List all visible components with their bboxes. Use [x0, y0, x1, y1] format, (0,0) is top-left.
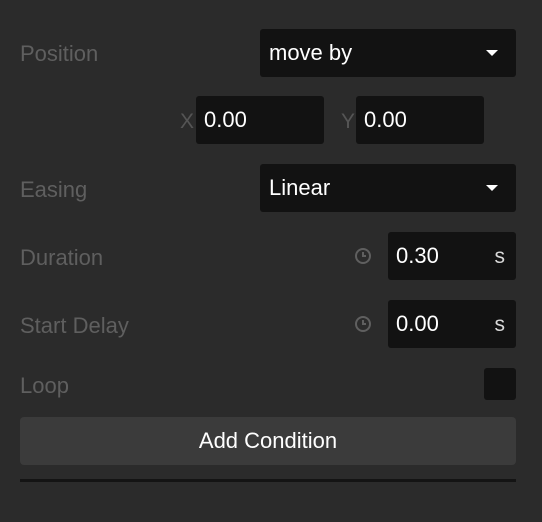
transition-properties-panel: Position move by X 0.00 Y 0.00 Easing Li…: [0, 0, 542, 522]
position-label: Position: [20, 41, 99, 66]
clock-icon: [355, 248, 371, 264]
position-y-value: 0.00: [364, 107, 407, 132]
duration-unit: s: [494, 245, 506, 268]
start-delay-input[interactable]: 0.00 s: [388, 300, 516, 348]
easing-dropdown[interactable]: Linear: [260, 164, 516, 212]
start-delay-unit: s: [494, 313, 506, 336]
position-x-value: 0.00: [204, 107, 247, 132]
easing-label: Easing: [20, 177, 88, 202]
position-mode-value: move by: [269, 40, 353, 65]
position-mode-dropdown[interactable]: move by: [260, 29, 516, 77]
add-condition-button[interactable]: Add Condition: [20, 417, 516, 465]
clock-icon: [355, 316, 371, 332]
loop-label: Loop: [20, 373, 69, 398]
duration-value: 0.30: [396, 243, 439, 268]
caret-down-icon: [486, 50, 498, 56]
caret-down-icon: [486, 185, 498, 191]
x-axis-label: X: [180, 110, 195, 133]
start-delay-label: Start Delay: [20, 313, 129, 338]
divider: [20, 479, 516, 482]
duration-label: Duration: [20, 245, 104, 270]
start-delay-value: 0.00: [396, 311, 439, 336]
y-axis-label: Y: [341, 110, 356, 133]
position-x-input[interactable]: 0.00: [196, 96, 324, 144]
easing-value: Linear: [269, 175, 331, 200]
add-condition-label: Add Condition: [198, 428, 338, 453]
loop-checkbox[interactable]: [484, 368, 516, 400]
position-y-input[interactable]: 0.00: [356, 96, 484, 144]
duration-input[interactable]: 0.30 s: [388, 232, 516, 280]
